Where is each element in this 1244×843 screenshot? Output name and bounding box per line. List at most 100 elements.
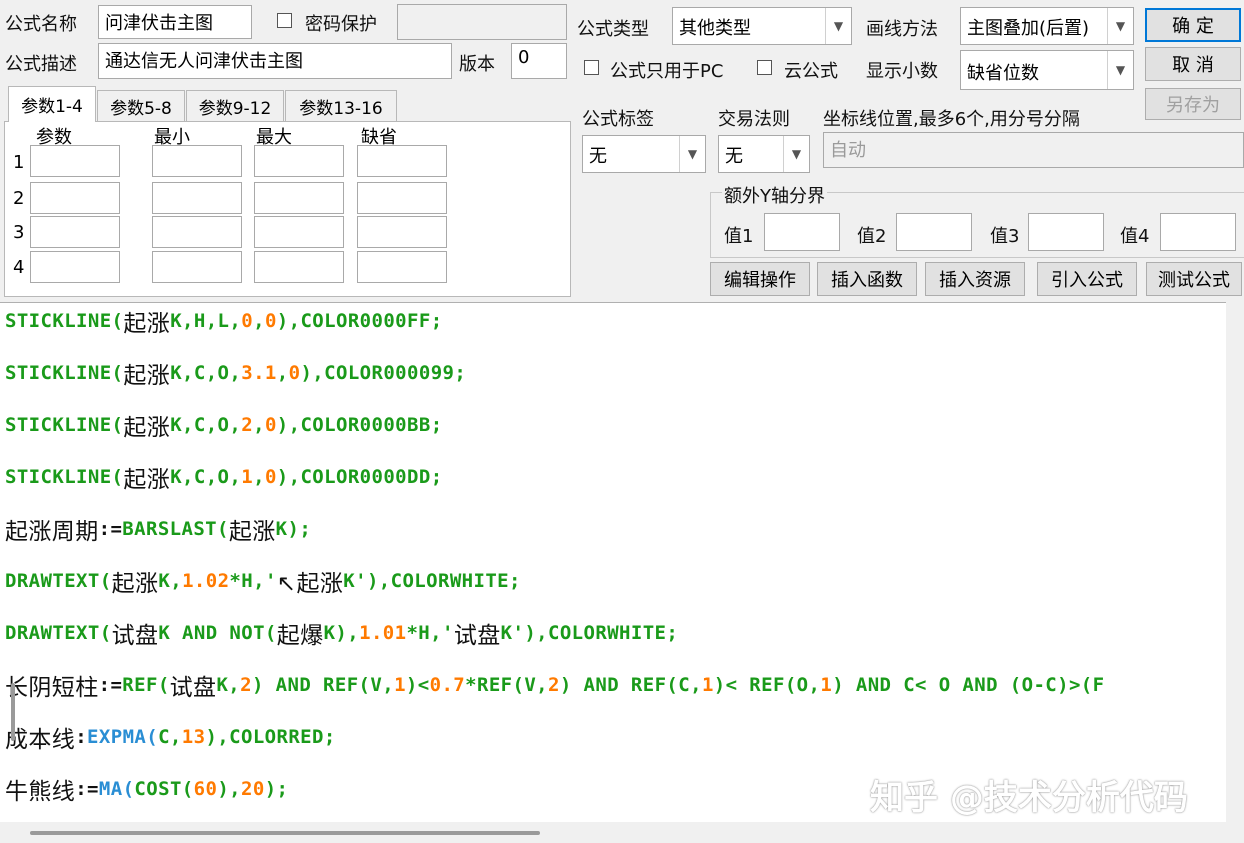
tab-params-5-8[interactable]: 参数5-8	[97, 90, 185, 122]
pc-only-checkbox[interactable]	[584, 60, 599, 75]
horizontal-scroll-thumb[interactable]	[30, 831, 540, 835]
code-token: )< REF(O,	[713, 674, 821, 696]
code-token: K,H,L,	[170, 310, 242, 332]
save-as-button[interactable]: 另存为	[1145, 88, 1241, 120]
code-token: )<	[405, 674, 430, 696]
vertical-scroll-thumb[interactable]	[11, 683, 15, 741]
insert-function-button[interactable]: 插入函数	[817, 262, 917, 296]
code-token: K,	[216, 674, 241, 696]
code-token: 试盘	[169, 675, 217, 701]
code-token: DRAWTEXT(	[5, 570, 112, 592]
formula-type-label: 公式类型	[577, 19, 649, 40]
code-line: DRAWTEXT(起涨 K, 1.02 *H,' ↖起涨 K'),COLORWHITE;	[5, 563, 521, 599]
value-3-input[interactable]	[1028, 213, 1104, 251]
formula-type-select[interactable]: 其他类型 ▼	[672, 7, 852, 45]
formula-tag-label: 公式标签	[582, 109, 654, 130]
code-token: ) AND REF(V,	[252, 674, 395, 696]
import-formula-button[interactable]: 引入公式	[1037, 262, 1137, 296]
code-token: K'),COLORWHITE;	[500, 622, 679, 644]
trade-rule-label: 交易法则	[718, 109, 790, 130]
code-token: EXPMA(	[87, 726, 159, 748]
param-3-default-input[interactable]	[357, 216, 447, 248]
value-4-input[interactable]	[1160, 213, 1236, 251]
insert-resource-button[interactable]: 插入资源	[925, 262, 1025, 296]
password-input[interactable]	[397, 4, 567, 40]
param-2-default-input[interactable]	[357, 182, 447, 214]
trade-rule-select[interactable]: 无 ▼	[718, 135, 810, 173]
param-4-name-input[interactable]	[30, 251, 120, 283]
cancel-button[interactable]: 取 消	[1145, 47, 1241, 81]
tab-params-9-12[interactable]: 参数9-12	[186, 90, 284, 122]
edit-ops-button[interactable]: 编辑操作	[710, 262, 810, 296]
code-token: 起涨	[111, 571, 159, 597]
code-token: 1.02	[182, 570, 230, 592]
formula-type-value: 其他类型	[679, 18, 751, 39]
code-token: ),COLOR0000BB;	[276, 414, 443, 436]
password-protect-checkbox[interactable]	[277, 13, 292, 28]
formula-desc-input[interactable]: 通达信无人问津伏击主图	[98, 43, 452, 79]
chevron-down-icon: ▼	[783, 136, 809, 172]
cloud-formula-checkbox[interactable]	[757, 60, 772, 75]
tab-params-1-4[interactable]: 参数1-4	[8, 86, 96, 122]
pc-only-label: 公式只用于PC	[610, 61, 724, 82]
code-token: ),	[217, 778, 241, 800]
ok-button[interactable]: 确 定	[1145, 8, 1241, 42]
code-token: 1	[394, 674, 406, 696]
param-4-max-input[interactable]	[254, 251, 344, 283]
code-token: 起爆	[276, 623, 324, 649]
param-1-default-input[interactable]	[357, 145, 447, 177]
code-token: ),COLORRED;	[205, 726, 336, 748]
draw-method-select[interactable]: 主图叠加(后置) ▼	[960, 7, 1134, 45]
code-token: 2	[548, 674, 560, 696]
param-1-min-input[interactable]	[152, 145, 242, 177]
value-1-input[interactable]	[764, 213, 840, 251]
formula-tag-value: 无	[589, 146, 607, 167]
param-2-max-input[interactable]	[254, 182, 344, 214]
formula-name-input[interactable]: 问津伏击主图	[98, 5, 252, 39]
param-1-max-input[interactable]	[254, 145, 344, 177]
code-line: DRAWTEXT(试盘 K AND NOT(起爆 K), 1.01 *H,' 试盘 K'),…	[5, 615, 678, 651]
code-token: COST(	[134, 778, 194, 800]
decimals-select[interactable]: 缺省位数 ▼	[960, 50, 1134, 90]
value-4-label: 值4	[1120, 226, 1150, 247]
code-token: 牛熊线	[5, 779, 76, 805]
code-token: ) AND REF(C,	[559, 674, 702, 696]
param-1-name-input[interactable]	[30, 145, 120, 177]
code-token: ),COLOR000099;	[300, 362, 467, 384]
code-editor[interactable]: STICKLINE(起涨 K,H,L, 0, 0),COLOR0000FF; STICK…	[0, 302, 1226, 823]
chevron-down-icon: ▼	[825, 8, 851, 44]
code-token: 2	[241, 414, 254, 436]
formula-tag-select[interactable]: 无 ▼	[582, 135, 706, 173]
code-token: 起涨	[123, 415, 171, 441]
code-token: 20	[241, 778, 265, 800]
code-line: 牛熊线:= MA(COST(60), 20);	[5, 771, 288, 807]
tab-params-13-16[interactable]: 参数13-16	[285, 90, 397, 122]
test-formula-button[interactable]: 测试公式	[1146, 262, 1242, 296]
code-token: 13	[181, 726, 206, 748]
code-token: STICKLINE(	[5, 310, 124, 332]
param-3-max-input[interactable]	[254, 216, 344, 248]
cloud-formula-label: 云公式	[784, 61, 838, 82]
code-token: :=	[98, 674, 123, 696]
code-token: 成本线	[5, 727, 76, 753]
param-2-name-input[interactable]	[30, 182, 120, 214]
decimals-value: 缺省位数	[967, 63, 1039, 84]
code-token: 0	[264, 414, 277, 436]
code-token: MA(	[98, 778, 135, 800]
code-token: 0	[264, 466, 277, 488]
param-4-default-input[interactable]	[357, 251, 447, 283]
param-3-name-input[interactable]	[30, 216, 120, 248]
code-token: K AND NOT(	[158, 622, 277, 644]
code-token: ),COLOR0000FF;	[276, 310, 443, 332]
code-line: STICKLINE(起涨 K,H,L, 0, 0),COLOR0000FF;	[5, 303, 443, 339]
axis-position-label: 坐标线位置,最多6个,用分号分隔	[823, 109, 1080, 130]
code-token: 起涨周期	[5, 519, 99, 545]
formula-desc-label: 公式描述	[5, 54, 77, 75]
value-2-input[interactable]	[896, 213, 972, 251]
param-2-min-input[interactable]	[152, 182, 242, 214]
axis-position-input[interactable]: 自动	[823, 132, 1244, 168]
param-3-min-input[interactable]	[152, 216, 242, 248]
param-4-min-input[interactable]	[152, 251, 242, 283]
vertical-scrollbar[interactable]	[1226, 302, 1244, 822]
version-input[interactable]: 0	[511, 43, 567, 79]
